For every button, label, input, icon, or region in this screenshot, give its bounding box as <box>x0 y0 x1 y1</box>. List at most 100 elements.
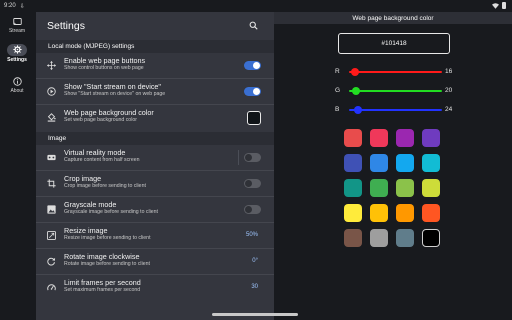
palette-swatch[interactable] <box>344 129 362 147</box>
setting-subtitle: Show control buttons on web page <box>64 65 144 71</box>
palette-swatch[interactable] <box>396 229 414 247</box>
section-header-image: Image <box>36 132 274 145</box>
enable-web-buttons-toggle[interactable] <box>244 61 261 70</box>
green-value: 20 <box>445 87 453 94</box>
palette-swatch[interactable] <box>344 204 362 222</box>
palette-swatch[interactable] <box>370 154 388 172</box>
red-slider-thumb[interactable] <box>350 68 359 76</box>
setting-title: Virtual reality mode <box>64 148 126 157</box>
battery-icon <box>502 2 506 9</box>
crop-icon <box>47 179 56 188</box>
palette-swatch[interactable] <box>422 129 440 147</box>
download-icon: ⇩ <box>19 3 25 10</box>
setting-subtitle: Resize image before sending to client <box>64 235 151 241</box>
setting-subtitle: Show "Start stream on device" on web pag… <box>64 91 166 97</box>
setting-show-start-stream[interactable]: Show "Start stream on device" Show "Star… <box>36 79 274 104</box>
rail-item-about[interactable]: About <box>0 77 34 94</box>
rail-item-settings[interactable]: Settings <box>0 44 34 63</box>
palette-swatch[interactable] <box>396 154 414 172</box>
status-time: 9:20 <box>4 3 16 9</box>
rail-item-label: Stream <box>8 28 26 34</box>
setting-enable-web-buttons[interactable]: Enable web page buttons Show control but… <box>36 53 274 78</box>
palette-swatch[interactable] <box>422 204 440 222</box>
setting-subtitle: Set maximum frames per second <box>64 287 141 293</box>
setting-subtitle: Crop image before sending to client <box>64 183 146 189</box>
show-start-stream-toggle[interactable] <box>244 87 261 96</box>
home-indicator[interactable] <box>212 313 298 316</box>
vr-icon <box>47 154 56 161</box>
fps-value: 30 <box>251 284 258 290</box>
palette-swatch[interactable] <box>370 229 388 247</box>
rail-item-label: About <box>10 88 24 94</box>
setting-title: Show "Start stream on device" <box>64 82 161 91</box>
blue-value: 24 <box>445 106 453 113</box>
green-slider-row: G 20 <box>335 86 457 96</box>
hex-color-field[interactable]: #101418 <box>338 33 450 54</box>
setting-grayscale[interactable]: Grayscale mode Grayscale image before se… <box>36 197 274 222</box>
search-icon[interactable] <box>249 21 258 30</box>
crop-image-toggle[interactable] <box>244 179 261 188</box>
slider-label-b: B <box>335 106 340 113</box>
setting-subtitle: Set web page background color <box>64 117 137 123</box>
green-slider-track[interactable] <box>349 90 442 92</box>
palette-swatch[interactable] <box>370 204 388 222</box>
background-color-swatch[interactable] <box>247 111 261 125</box>
setting-rotate-image[interactable]: Rotate image clockwise Rotate image befo… <box>36 249 274 274</box>
app-bar: Settings <box>36 12 274 40</box>
palette-swatch[interactable] <box>344 154 362 172</box>
play-circle-icon <box>47 87 56 96</box>
color-dialog-title: Web page background color <box>274 12 512 24</box>
speed-icon <box>47 284 56 291</box>
palette-swatch[interactable] <box>396 129 414 147</box>
slider-label-g: G <box>335 87 341 94</box>
page-title: Settings <box>47 20 85 32</box>
setting-subtitle: Rotate image before sending to client <box>64 261 150 267</box>
setting-resize-image[interactable]: Resize image Resize image before sending… <box>36 223 274 248</box>
virtual-reality-toggle[interactable] <box>244 153 261 162</box>
settings-panel: Settings Local mode (MJPEG) settings Ena… <box>36 12 274 320</box>
setting-virtual-reality[interactable]: Virtual reality mode Capture content fro… <box>36 145 274 170</box>
blue-slider-track[interactable] <box>349 109 442 111</box>
grayscale-toggle[interactable] <box>244 205 261 214</box>
gear-icon <box>12 44 22 54</box>
info-icon <box>12 77 22 86</box>
setting-title: Crop image <box>64 174 102 183</box>
red-slider-row: R 16 <box>335 67 457 77</box>
setting-limit-fps[interactable]: Limit frames per second Set maximum fram… <box>36 275 274 300</box>
move-icon <box>47 61 56 70</box>
red-slider-track[interactable] <box>349 71 442 73</box>
status-icons <box>492 2 506 9</box>
palette-swatch[interactable] <box>396 204 414 222</box>
navigation-rail: Stream Settings About <box>0 12 34 320</box>
rotate-value: 0° <box>252 258 258 264</box>
palette-swatch[interactable] <box>344 179 362 197</box>
setting-title: Rotate image clockwise <box>64 252 140 261</box>
palette-swatch[interactable] <box>422 179 440 197</box>
palette-swatch[interactable] <box>344 229 362 247</box>
palette-swatch[interactable] <box>422 154 440 172</box>
setting-title: Enable web page buttons <box>64 56 146 65</box>
green-slider-thumb[interactable] <box>352 87 361 95</box>
setting-title: Web page background color <box>64 108 154 117</box>
palette-swatch[interactable] <box>370 129 388 147</box>
cast-icon <box>12 18 22 25</box>
active-indicator <box>7 44 27 56</box>
setting-subtitle: Capture content from half screen <box>64 157 140 163</box>
wifi-icon <box>492 2 499 9</box>
image-icon <box>47 205 56 214</box>
palette-swatch[interactable] <box>396 179 414 197</box>
slider-label-r: R <box>335 68 340 75</box>
setting-subtitle: Grayscale image before sending to client <box>64 209 159 215</box>
palette-swatch[interactable] <box>422 229 440 247</box>
blue-slider-thumb[interactable] <box>353 106 362 114</box>
palette-swatch[interactable] <box>370 179 388 197</box>
resize-icon <box>47 231 56 240</box>
rotate-icon <box>47 257 56 266</box>
vertical-divider <box>238 150 239 165</box>
rail-item-stream[interactable]: Stream <box>0 17 34 34</box>
setting-title: Resize image <box>64 226 108 235</box>
setting-crop-image[interactable]: Crop image Crop image before sending to … <box>36 171 274 196</box>
color-palette <box>344 129 444 247</box>
paint-bucket-icon <box>47 113 56 122</box>
setting-web-background-color[interactable]: Web page background color Set web page b… <box>36 105 274 130</box>
